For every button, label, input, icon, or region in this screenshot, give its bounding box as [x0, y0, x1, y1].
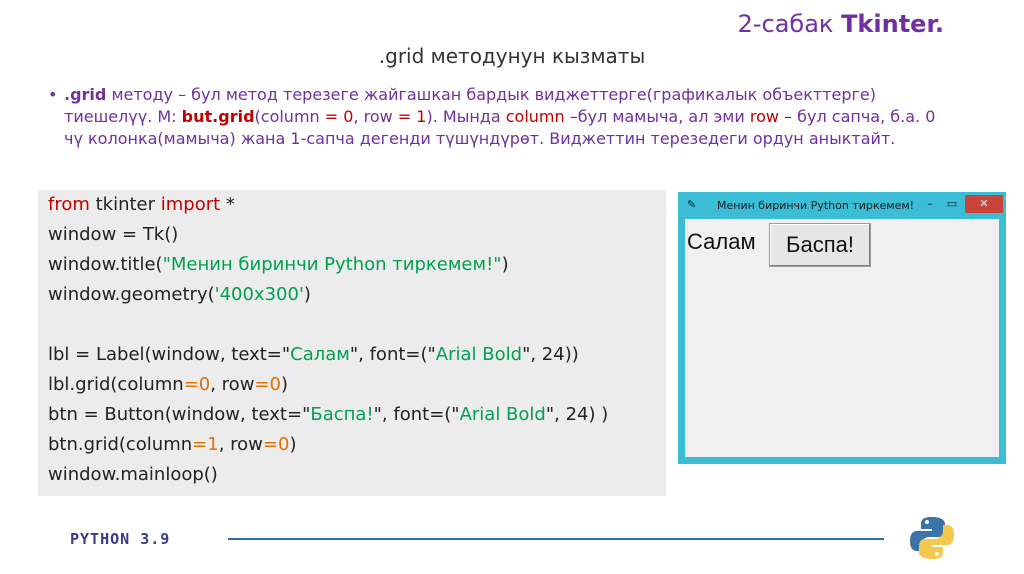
code-string: '400x300' [214, 284, 304, 305]
slide-subtitle: .grid методунун кызматы [378, 44, 646, 68]
lesson-title: 2-сабак Tkinter. [738, 10, 944, 38]
code-text: lbl.grid(column [48, 374, 184, 395]
python-logo-icon [910, 517, 954, 559]
row-value: = 1 [397, 107, 427, 126]
bullet-text-2: (column [254, 107, 325, 126]
code-number: =0 [183, 374, 211, 395]
code-text: ) [289, 434, 297, 455]
bullet-text-4: ). Мында [426, 107, 506, 126]
window-title: Менин биринчи Python тиркемем! [717, 199, 915, 212]
code-text: ) [501, 254, 509, 275]
code-line-3: window.title("Менин биринчи Python тирке… [48, 254, 509, 275]
code-text: ) [303, 284, 311, 305]
grid-method-term: .grid [64, 85, 107, 104]
code-text: btn.grid(column [48, 434, 193, 455]
code-line-4: window.geometry('400x300') [48, 284, 311, 305]
code-text: btn = Button(window, text=" [48, 404, 311, 425]
code-text: , row [210, 374, 255, 395]
minimize-button[interactable]: – [919, 195, 941, 213]
python-version-logo: PYTHON 3.9 [70, 530, 171, 548]
row-term: row – [749, 107, 793, 126]
code-line-9: window.mainloop() [48, 464, 218, 485]
footer-divider [228, 538, 884, 540]
code-line-7: btn = Button(window, text="Баспа!", font… [48, 404, 608, 425]
tk-window: ✎ Менин биринчи Python тиркемем! – ▭ ✕ С… [678, 192, 1006, 464]
code-text: , row [218, 434, 263, 455]
code-line-1: from tkinter import * [48, 194, 235, 215]
code-text: * [220, 194, 235, 215]
code-number: =1 [192, 434, 219, 455]
keyword-import: import [160, 194, 221, 215]
keyword-from: from [48, 194, 90, 215]
code-line-5: lbl = Label(window, text="Салам", font=(… [48, 344, 579, 365]
lesson-topic: Tkinter. [841, 10, 944, 38]
code-text: ) [280, 374, 288, 395]
code-text: ", font=(" [349, 344, 436, 365]
code-string: Arial Bold [435, 344, 523, 365]
maximize-button[interactable]: ▭ [941, 195, 963, 213]
code-line-6: lbl.grid(column=0, row=0) [48, 374, 288, 395]
code-line-8: btn.grid(column=1, row=0) [48, 434, 296, 455]
code-line-2: window = Tk() [48, 224, 179, 245]
code-text: ", font=(" [373, 404, 460, 425]
column-value: = 0 [324, 107, 354, 126]
column-term: column [505, 107, 565, 126]
close-button[interactable]: ✕ [965, 195, 1003, 213]
code-text: ", 24) ) [545, 404, 609, 425]
window-titlebar[interactable]: ✎ Менин биринчи Python тиркемем! – ▭ ✕ [681, 195, 1003, 217]
bullet-marker: • [48, 85, 58, 104]
code-text: lbl = Label(window, text=" [48, 344, 291, 365]
lesson-prefix: 2-сабак [737, 10, 842, 38]
code-number: =0 [254, 374, 281, 395]
code-block: from tkinter import * window = Tk() wind… [38, 190, 666, 496]
code-text: window.geometry( [48, 284, 215, 305]
code-text: window.title( [48, 254, 163, 275]
example-call: but.grid [181, 107, 255, 126]
code-text: ", 24)) [522, 344, 579, 365]
code-string: Баспа! [310, 404, 374, 425]
bullet-text-3: , row [353, 107, 398, 126]
greeting-label: Салам [687, 229, 756, 254]
code-string: "Менин биринчи Python тиркемем!" [162, 254, 502, 275]
bullet-text-5: –бул мамыча, ал эми [564, 107, 750, 126]
press-button[interactable]: Баспа! [769, 223, 871, 267]
code-text: tkinter [89, 194, 161, 215]
feather-icon: ✎ [687, 198, 697, 211]
code-string: Arial Bold [459, 404, 546, 425]
window-body: Салам Баспа! [685, 219, 999, 457]
code-number: =0 [262, 434, 290, 455]
code-string: Салам [290, 344, 350, 365]
bullet-paragraph: • .grid методу – бул метод терезеге жайг… [48, 84, 944, 150]
